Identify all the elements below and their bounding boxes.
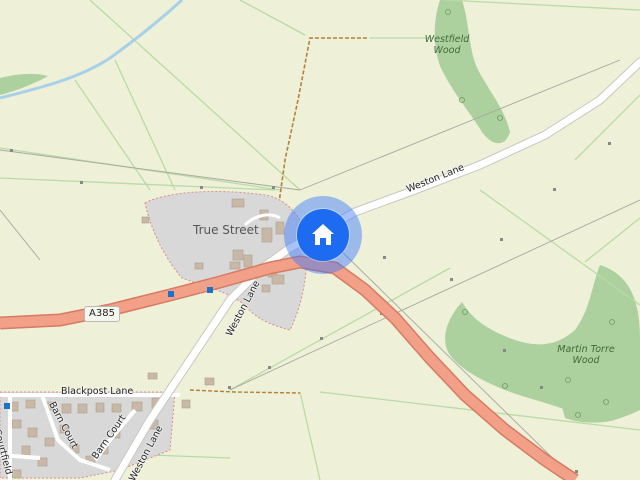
westfield-wood-area [434,0,510,144]
green-patch-south [560,396,620,423]
footpath-north [277,37,368,211]
track-south [189,389,301,394]
place-label-martin-torre-wood: Martin Torre Wood [557,344,615,366]
bus-stop-icon[interactable] [207,287,213,293]
road-label-blackpost-lane: Blackpost Lane [61,386,134,397]
bus-stop-icon[interactable] [4,403,10,409]
place-label-westfield-wood: Westfield Wood [424,34,470,56]
road-shield-a385: A385 [84,306,120,322]
bus-stop-icon[interactable] [168,291,174,297]
home-location-marker[interactable] [284,196,362,274]
marker-pin [297,209,349,261]
map-view[interactable]: True Street Westfield Wood Martin Torre … [0,0,640,480]
home-icon [312,224,334,245]
place-label-true-street: True Street [193,223,259,237]
